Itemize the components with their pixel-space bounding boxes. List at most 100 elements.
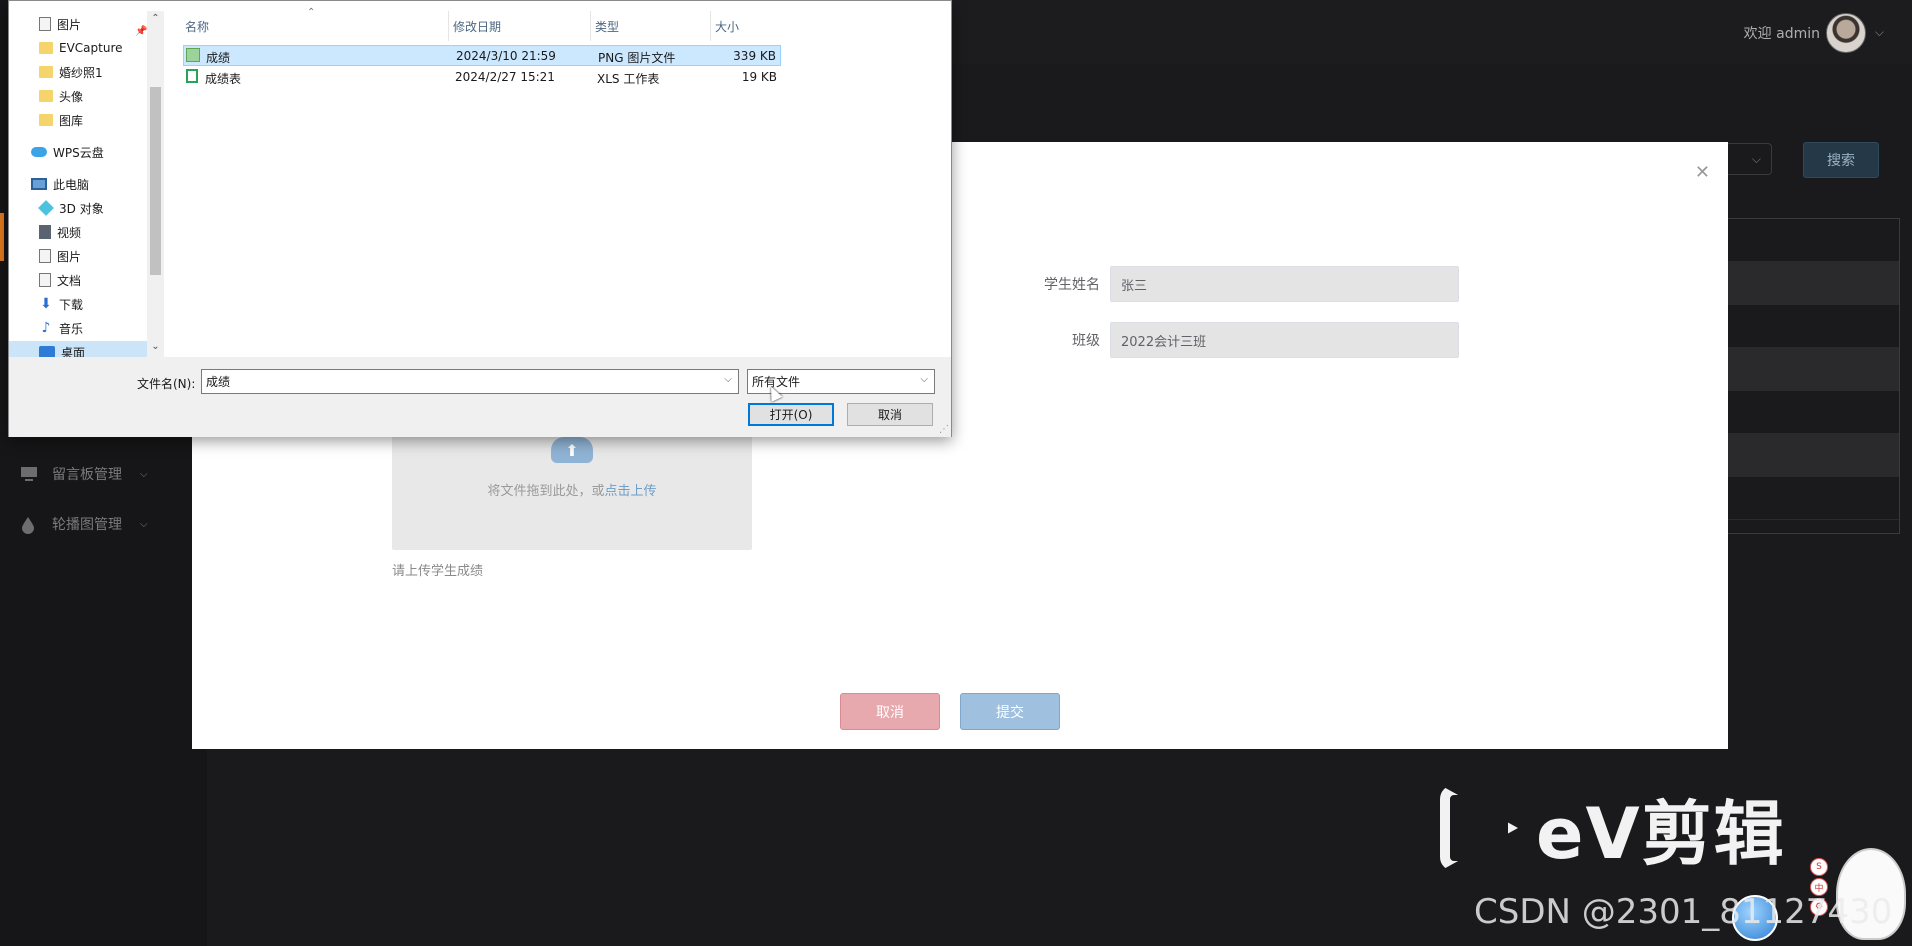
file-list: ⌃ 名称 修改日期 类型 大小 成绩 2024/3/10 21:59 PNG 图… — [181, 7, 793, 357]
upload-hint-text: 将文件拖到此处，或 — [487, 484, 605, 499]
nav-item-label: 下载 — [59, 297, 84, 312]
close-icon[interactable]: ✕ — [1695, 162, 1710, 183]
video-icon — [39, 225, 51, 239]
nav-item-3d-objects[interactable]: 3D 对象 — [38, 197, 104, 219]
column-header-name[interactable]: 名称 — [181, 11, 449, 41]
folder-icon — [39, 66, 53, 78]
file-date: 2024/2/27 15:21 — [455, 70, 555, 84]
student-name-field[interactable]: 张三 — [1110, 266, 1459, 302]
upload-tip: 请上传学生成绩 — [392, 564, 484, 579]
nav-item-evcapture[interactable]: EVCapture — [39, 37, 123, 59]
play-icon — [1440, 785, 1518, 871]
folder-icon — [39, 114, 53, 126]
nav-item-gallery[interactable]: 图库 — [39, 109, 83, 131]
column-header-size[interactable]: 大小 — [711, 11, 791, 41]
chevron-down-icon: ⌵ — [140, 518, 148, 530]
nav-item-label: 图片 — [57, 249, 82, 264]
nav-item-label: 婚纱照1 — [59, 65, 103, 80]
filename-input[interactable]: 成绩 ⌵ — [201, 369, 739, 394]
drop-icon — [20, 516, 40, 534]
nav-item-pictures[interactable]: 图片 — [39, 245, 81, 267]
table-row — [1727, 348, 1899, 391]
document-icon — [39, 273, 51, 287]
filename-value: 成绩 — [206, 375, 231, 389]
nav-item-music[interactable]: ♪ 音乐 — [39, 317, 83, 339]
chevron-down-icon[interactable]: ⌵ — [1875, 25, 1884, 40]
open-button[interactable]: 打开(O) — [748, 403, 834, 426]
file-row[interactable]: 成绩表 2024/2/27 15:21 XLS 工作表 19 KB — [183, 67, 781, 88]
file-type: XLS 工作表 — [597, 72, 660, 86]
nav-item-label: WPS云盘 — [53, 145, 104, 160]
file-name: 成绩 — [206, 51, 231, 65]
table-row — [1727, 434, 1899, 477]
cloud-icon — [31, 147, 47, 157]
scroll-up-icon[interactable]: ⌃ — [147, 13, 164, 24]
picture-folder-icon — [39, 17, 51, 31]
chevron-down-icon: ⌵ — [1751, 151, 1761, 166]
upload-cloud-icon: ⬆ — [551, 437, 593, 463]
table-row — [1727, 391, 1899, 434]
file-size: 339 KB — [733, 49, 776, 63]
folder-icon — [39, 90, 53, 102]
sidebar-active-indicator — [0, 213, 4, 261]
sidebar-item-carousel[interactable]: 轮播图管理 ⌵ — [20, 512, 148, 536]
welcome-text: 欢迎 admin — [1743, 26, 1820, 42]
nav-item-pictures-pinned[interactable]: 图片 — [39, 13, 81, 35]
class-label: 班级 — [1072, 333, 1100, 349]
table-row — [1727, 477, 1899, 520]
upload-dropzone[interactable]: ⬆ 将文件拖到此处，或点击上传 — [392, 418, 752, 550]
monitor-icon — [20, 466, 40, 482]
ev-logo-text: eV剪辑 — [1536, 792, 1786, 875]
student-name-label: 学生姓名 — [1044, 277, 1100, 293]
file-row[interactable]: 成绩 2024/3/10 21:59 PNG 图片文件 339 KB — [183, 45, 781, 66]
nav-item-label: 音乐 — [59, 321, 84, 336]
nav-item-wedding-photos[interactable]: 婚纱照1 — [39, 61, 103, 83]
tool-icon[interactable]: S — [1810, 858, 1828, 876]
file-size: 19 KB — [741, 70, 777, 84]
folder-icon — [39, 42, 53, 54]
search-button[interactable]: 搜索 — [1803, 142, 1879, 178]
nav-item-avatar-folder[interactable]: 头像 — [39, 85, 83, 107]
nav-item-documents[interactable]: 文档 — [39, 269, 81, 291]
file-open-dialog: 图片 📌 EVCapture 婚纱照1 头像 图库 WPS云盘 此电脑 3D 对… — [8, 0, 952, 437]
nav-item-label: 头像 — [59, 89, 84, 104]
chevron-down-icon[interactable]: ⌵ — [920, 374, 928, 385]
cancel-button[interactable]: 取消 — [840, 693, 940, 730]
nav-item-label: 文档 — [57, 273, 82, 288]
avatar[interactable] — [1826, 13, 1866, 53]
file-type: PNG 图片文件 — [598, 51, 676, 65]
chevron-down-icon[interactable]: ⌵ — [724, 374, 732, 385]
cube-icon — [38, 200, 54, 216]
column-header-type[interactable]: 类型 — [591, 11, 711, 41]
download-icon: ⬇ — [40, 296, 52, 312]
nav-item-this-pc[interactable]: 此电脑 — [31, 173, 89, 195]
column-header-date[interactable]: 修改日期 — [449, 11, 591, 41]
upload-link[interactable]: 点击上传 — [605, 484, 657, 499]
class-field[interactable]: 2022会计三班 — [1110, 322, 1459, 358]
scroll-down-icon[interactable]: ⌄ — [147, 341, 164, 352]
nav-item-label: 图库 — [59, 113, 84, 128]
nav-item-downloads[interactable]: ⬇ 下载 — [39, 293, 83, 315]
resize-grip-icon[interactable]: ⋰ — [939, 424, 949, 435]
dialog-cancel-button[interactable]: 取消 — [847, 403, 933, 426]
picture-icon — [39, 249, 51, 263]
upload-hint: 将文件拖到此处，或点击上传 — [392, 480, 752, 499]
submit-button[interactable]: 提交 — [960, 693, 1060, 730]
table-row — [1727, 305, 1899, 348]
nav-item-wps-cloud[interactable]: WPS云盘 — [31, 141, 104, 163]
nav-scrollbar[interactable]: ⌃ ⌄ — [147, 11, 164, 357]
data-table — [1726, 218, 1900, 534]
navigation-pane: 图片 📌 EVCapture 婚纱照1 头像 图库 WPS云盘 此电脑 3D 对… — [9, 11, 165, 363]
music-icon: ♪ — [41, 320, 51, 336]
sidebar-item-message-board[interactable]: 留言板管理 ⌵ — [20, 462, 148, 486]
image-file-icon — [186, 48, 200, 62]
computer-icon — [31, 178, 47, 190]
table-row — [1727, 262, 1899, 305]
nav-item-videos[interactable]: 视频 — [39, 221, 81, 243]
pin-icon[interactable]: 📌 — [135, 26, 147, 37]
nav-item-label: EVCapture — [59, 41, 123, 55]
nav-item-label: 3D 对象 — [59, 201, 104, 216]
dialog-footer: 文件名(N): 成绩 ⌵ 所有文件 ⌵ 打开(O) 取消 ⋰ — [9, 357, 951, 437]
scroll-thumb[interactable] — [150, 87, 161, 275]
file-date: 2024/3/10 21:59 — [456, 49, 556, 63]
